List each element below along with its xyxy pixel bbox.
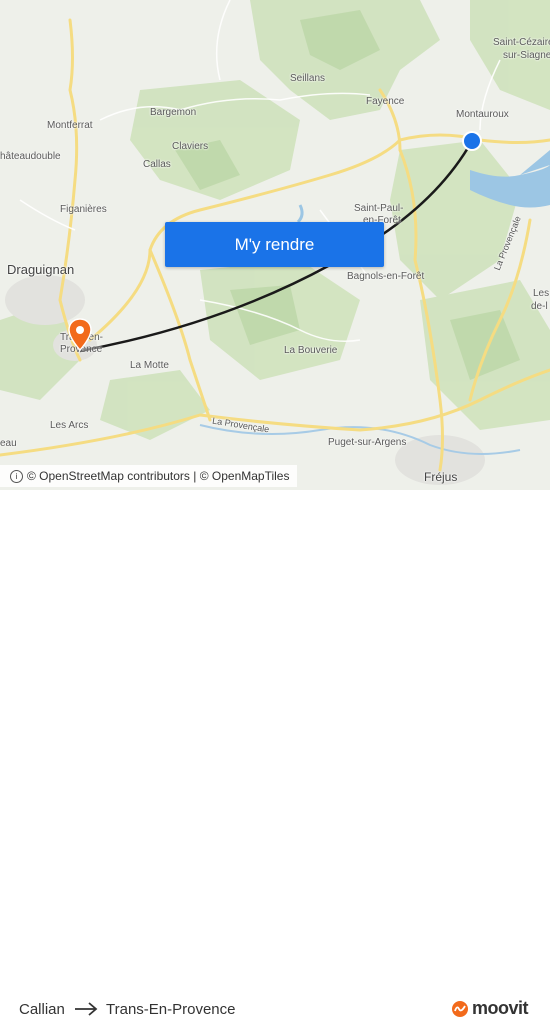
place-label: Fayence [366, 96, 405, 107]
origin-dot[interactable] [460, 129, 484, 153]
place-label: Les Arcs [50, 420, 89, 431]
place-label: Figanières [60, 204, 107, 215]
destination-pin-icon[interactable] [67, 318, 93, 352]
directions-button[interactable]: M'y rendre [165, 222, 384, 267]
moovit-wordmark: moovit [472, 998, 529, 1018]
place-label: eau [0, 438, 17, 449]
map[interactable]: Saint-Cézaire sur-Siagne Seillans Fayenc… [0, 0, 550, 490]
place-label: hâteaudouble [0, 151, 61, 162]
route-destination: Trans-En-Provence [106, 1001, 236, 1018]
info-icon[interactable]: i [10, 469, 23, 483]
place-label: Seillans [290, 73, 326, 84]
route-origin: Callian [19, 1001, 65, 1018]
place-label: Fréjus [424, 470, 458, 484]
place-label: Claviers [172, 141, 209, 152]
attribution-text[interactable]: © OpenStreetMap contributors | © OpenMap… [27, 469, 289, 483]
place-label: Les [533, 288, 550, 299]
place-label: Draguignan [7, 262, 75, 277]
moovit-logo-icon [452, 1000, 468, 1017]
place-label: Montauroux [456, 109, 509, 120]
place-label: La Bouverie [284, 345, 338, 356]
place-label: Saint-Cézaire [493, 37, 550, 48]
place-label: Puget-sur-Argens [328, 437, 407, 448]
place-label: Saint-Paul- [354, 203, 404, 214]
place-label: La Motte [130, 360, 169, 371]
route-footer: Callian Trans-En-Provence moovit [0, 490, 550, 1018]
arrow-right-icon [75, 1002, 98, 1016]
place-label: Montferrat [47, 120, 93, 131]
place-label: Callas [143, 159, 171, 170]
moovit-brand[interactable]: moovit [451, 998, 529, 1019]
place-label: sur-Siagne [503, 50, 550, 61]
place-label: Bagnols-en-Forêt [347, 271, 425, 282]
place-label: Bargemon [150, 107, 197, 118]
place-label: de-l [531, 301, 548, 312]
map-attribution: i © OpenStreetMap contributors | © OpenM… [0, 465, 298, 487]
